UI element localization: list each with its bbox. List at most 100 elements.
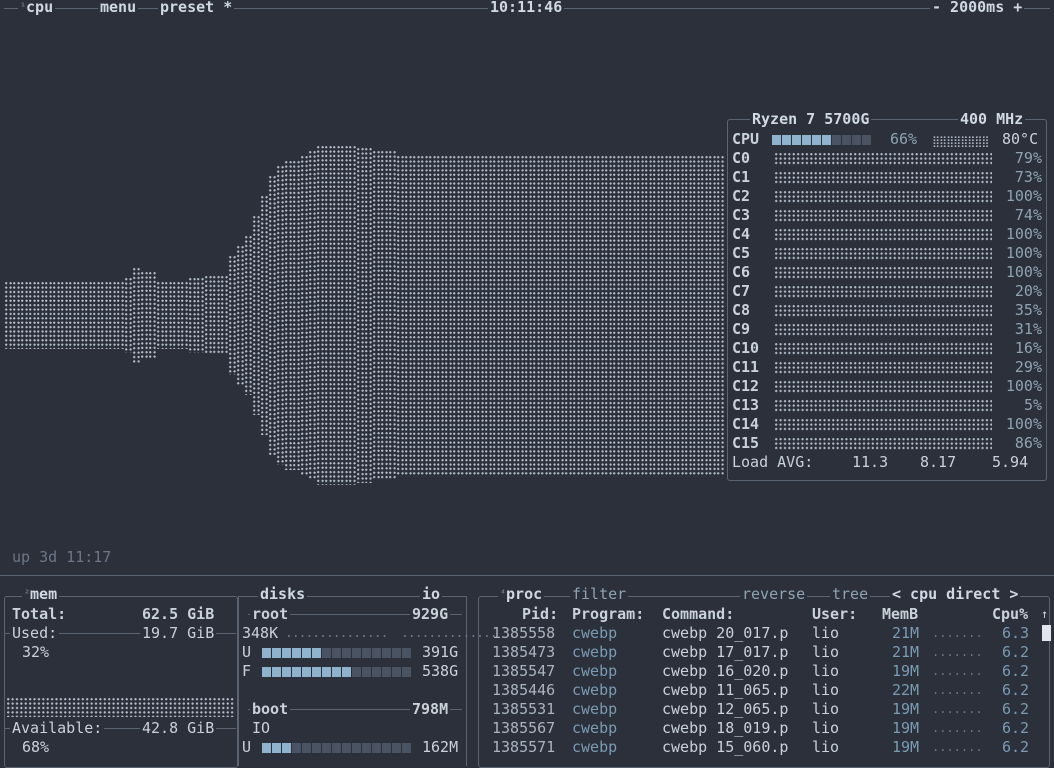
proc-program: cwebp xyxy=(572,681,618,699)
cpu-graph-column xyxy=(44,281,52,349)
core-15-graph xyxy=(774,437,992,451)
core-0-pct: 79% xyxy=(1014,149,1042,167)
cpu-graph-column xyxy=(492,155,500,475)
core-1-pct: 73% xyxy=(1014,168,1042,186)
core-12-pct: 100% xyxy=(1005,377,1042,395)
col-cpu[interactable]: Cpu% xyxy=(992,605,1028,624)
proc-reverse-button[interactable]: reverse xyxy=(740,585,808,604)
core-6-graph xyxy=(774,266,992,280)
cpu-graph-column xyxy=(548,155,556,475)
proc-scrollbar-thumb[interactable] xyxy=(1042,625,1051,641)
load-avg-15: 5.94 xyxy=(992,453,1029,471)
core-12-graph xyxy=(774,380,992,394)
col-command[interactable]: Command: xyxy=(662,605,734,624)
core-9-graph xyxy=(774,323,992,337)
core-5-label: C5 xyxy=(732,244,751,262)
proc-program: cwebp xyxy=(572,624,618,642)
proc-mem: 19M xyxy=(892,700,920,718)
col-pid[interactable]: Pid: xyxy=(522,605,558,624)
cpu-graph-column xyxy=(260,195,268,435)
core-14-graph xyxy=(774,418,992,432)
proc-user: lio xyxy=(812,700,840,718)
root-io: 348K xyxy=(242,624,279,642)
proc-pid: 1385547 xyxy=(492,662,556,680)
proc-user: lio xyxy=(812,719,840,737)
root-used-bar xyxy=(262,648,412,658)
interval-control[interactable]: - 2000ms + xyxy=(930,0,1025,17)
cpu-graph-column xyxy=(236,245,244,385)
proc-cpu-graph: ....... xyxy=(932,664,983,678)
proc-cpu: 6.2 xyxy=(1002,681,1030,699)
proc-command: cwebp 17_017.p xyxy=(662,643,789,661)
mem-used-pct: 32% xyxy=(22,643,50,661)
mem-available-pct: 68% xyxy=(22,738,50,756)
proc-cpu-graph: ....... xyxy=(932,702,983,716)
cpu-graph-column xyxy=(212,275,220,355)
cpu-graph-column xyxy=(364,147,372,483)
cpu-graph-column xyxy=(716,155,724,475)
proc-box-title[interactable]: ⁴proc xyxy=(498,585,545,604)
cpu-graph-column xyxy=(284,160,292,470)
disks-io-toggle[interactable]: io xyxy=(420,585,443,604)
cpu-graph-column xyxy=(380,150,388,480)
core-4-pct: 100% xyxy=(1005,225,1042,243)
cpu-graph-column xyxy=(556,155,564,475)
disks-title[interactable]: disks xyxy=(258,585,308,604)
cpu-graph-column xyxy=(356,147,364,483)
col-user[interactable]: User: xyxy=(812,605,857,624)
core-15-label: C15 xyxy=(732,434,760,452)
proc-command: cwebp 11_065.p xyxy=(662,681,789,699)
cpu-graph-column xyxy=(468,155,476,475)
core-11-pct: 29% xyxy=(1014,358,1042,376)
cpu-graph-column xyxy=(484,155,492,475)
cpu-graph-column xyxy=(148,271,156,359)
cpu-graph-column xyxy=(676,155,684,475)
core-10-label: C10 xyxy=(732,339,760,357)
mem-box-title[interactable]: ²mem xyxy=(22,585,60,604)
core-6-label: C6 xyxy=(732,263,751,281)
col-mem[interactable]: MemB xyxy=(882,605,918,624)
core-11-graph xyxy=(774,361,992,375)
cpu-graph-column xyxy=(628,155,636,475)
cpu-graph-column xyxy=(60,281,68,349)
root-disk-name: root xyxy=(250,605,291,624)
proc-user: lio xyxy=(812,643,840,661)
cpu-graph-column xyxy=(436,155,444,475)
core-0-graph xyxy=(774,152,992,166)
proc-cpu: 6.3 xyxy=(1002,624,1030,642)
proc-tree-button[interactable]: tree xyxy=(830,585,871,604)
preset-button[interactable]: preset * xyxy=(158,0,235,17)
cpu-graph-column xyxy=(636,155,644,475)
boot-used-label: U xyxy=(242,738,252,756)
cpu-box-title[interactable]: ¹cpu xyxy=(18,0,56,17)
proc-cpu-graph: ....... xyxy=(932,721,983,735)
proc-filter-button[interactable]: filter xyxy=(570,585,629,604)
mem-available-value: 42.8 GiB xyxy=(140,719,217,738)
load-avg-1: 11.3 xyxy=(852,453,889,471)
proc-mem: 19M xyxy=(892,719,920,737)
cpu-graph-column xyxy=(420,155,428,475)
root-free-bar xyxy=(262,667,412,677)
core-5-graph xyxy=(774,247,992,261)
cpu-graph-column xyxy=(580,155,588,475)
core-7-pct: 20% xyxy=(1014,282,1042,300)
load-avg-5: 8.17 xyxy=(920,453,957,471)
cpu-graph-column xyxy=(612,155,620,475)
mem-available-label: Available: xyxy=(10,719,105,738)
core-2-pct: 100% xyxy=(1005,187,1042,205)
boot-used-value: 162M xyxy=(422,738,459,756)
disks-right-border xyxy=(466,596,467,766)
cpu-graph-column xyxy=(508,155,516,475)
menu-button[interactable]: menu xyxy=(98,0,139,17)
proc-sort-selector[interactable]: < cpu direct > xyxy=(890,585,1021,604)
cpu-graph-column xyxy=(308,150,316,480)
core-11-label: C11 xyxy=(732,358,760,376)
cpu-graph-column xyxy=(348,145,356,485)
col-program[interactable]: Program: xyxy=(572,605,644,624)
cpu-usage-graph xyxy=(4,80,724,510)
scroll-up-arrow[interactable]: ↑ xyxy=(1041,605,1048,624)
cpu-graph-column xyxy=(412,155,420,475)
cpu-graph-column xyxy=(244,235,252,395)
proc-program: cwebp xyxy=(572,662,618,680)
boot-io: IO xyxy=(252,719,271,737)
